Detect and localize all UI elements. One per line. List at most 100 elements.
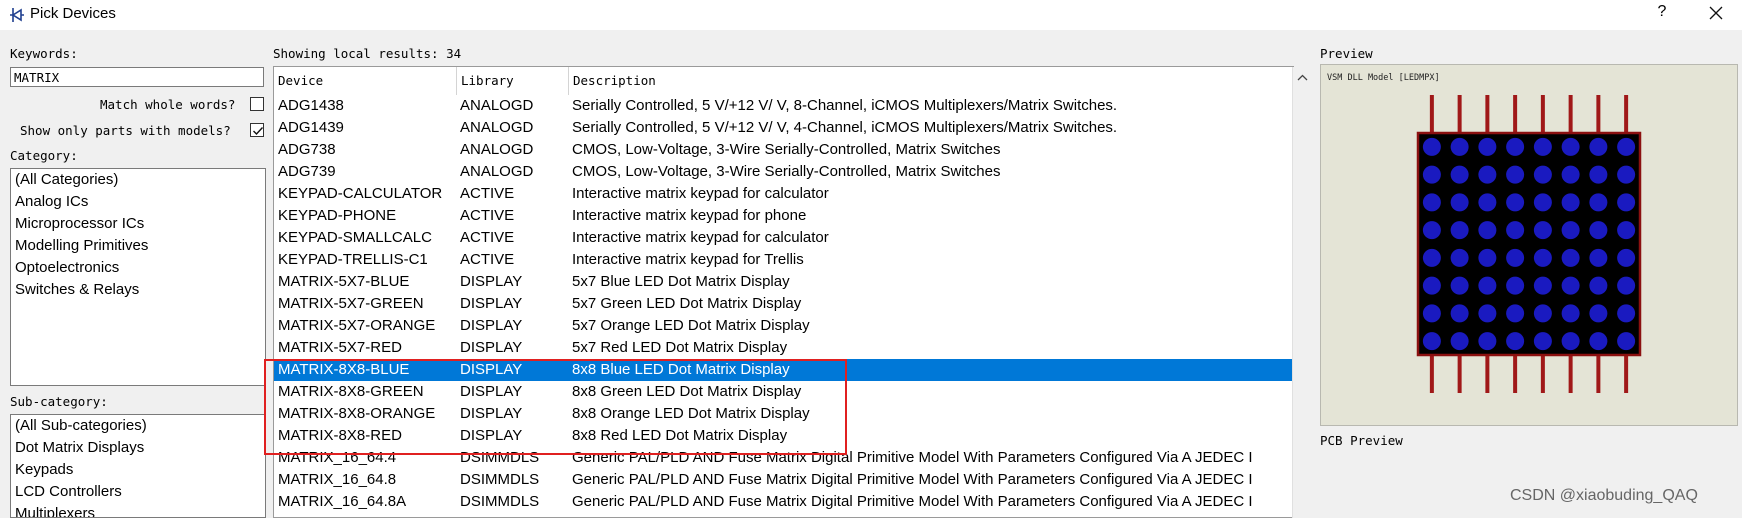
led-dot	[1589, 304, 1608, 323]
device-cell: KEYPAD-CALCULATOR	[278, 185, 443, 202]
table-row[interactable]: MATRIX-5X7-RED DISPLAY 5x7 Red LED Dot Mat…	[274, 337, 1293, 359]
led-dot	[1617, 137, 1636, 156]
table-row[interactable]: KEYPAD-PHONE ACTIVE Interactive matrix key…	[274, 205, 1293, 227]
description-cell: Serially Controlled, 5 V/+12 V/ V, 8-Cha…	[572, 97, 1118, 114]
table-row[interactable]: KEYPAD-CALCULATOR ACTIVE Interactive matri…	[274, 183, 1293, 205]
table-row[interactable]: MATRIX-5X7-GREEN DISPLAY 5x7 Green LED Dot…	[274, 293, 1293, 315]
match-whole-words-checkbox[interactable]	[250, 97, 264, 111]
led-dot	[1506, 276, 1525, 295]
subcategory-item[interactable]: LCD Controllers	[11, 481, 265, 503]
results-scrollbar[interactable]	[1292, 67, 1312, 518]
table-row[interactable]: MATRIX-5X7-ORANGE DISPLAY 5x7 Orange LED D…	[274, 315, 1293, 337]
table-row[interactable]: MATRIX-8X8-ORANGE DISPLAY 8x8 Orange LED D…	[274, 403, 1293, 425]
table-row[interactable]: KEYPAD-TRELLIS-C1 ACTIVE Interactive matri…	[274, 249, 1293, 271]
led-dot	[1589, 332, 1608, 351]
table-row[interactable]: ADG738 ANALOGD CMOS, Low-Voltage, 3-Wire S…	[274, 139, 1293, 161]
led-dot	[1617, 193, 1636, 212]
results-header: Device Library Description	[274, 67, 1293, 95]
device-cell: KEYPAD-SMALLCALC	[278, 229, 432, 246]
led-dot	[1533, 276, 1552, 295]
description-cell: 5x7 Blue LED Dot Matrix Display	[572, 273, 790, 290]
table-row[interactable]: MATRIX-8X8-BLUE DISPLAY 8x8 Blue LED Dot M…	[274, 359, 1293, 381]
show-only-models-checkbox[interactable]	[250, 123, 264, 137]
description-cell: Generic PAL/PLD AND Fuse Matrix Digital …	[572, 493, 1253, 510]
led-dot	[1478, 304, 1497, 323]
show-only-models-label: Show only parts with models?	[20, 123, 231, 138]
category-item[interactable]: Modelling Primitives	[11, 235, 265, 257]
table-row[interactable]: MATRIX-5X7-BLUE DISPLAY 5x7 Blue LED Dot M…	[274, 271, 1293, 293]
led-dot	[1617, 304, 1636, 323]
led-dot	[1422, 165, 1441, 184]
column-header-device[interactable]: Device	[274, 67, 457, 95]
led-dot	[1450, 137, 1469, 156]
led-dot	[1450, 165, 1469, 184]
led-dot	[1617, 221, 1636, 240]
table-row[interactable]: ADG1438 ANALOGD Serially Controlled, 5 V/+…	[274, 95, 1293, 117]
table-row[interactable]: MATRIX-8X8-RED DISPLAY 8x8 Red LED Dot Mat…	[274, 425, 1293, 447]
preview-label: Preview	[1320, 46, 1373, 61]
category-item[interactable]: Microprocessor ICs	[11, 213, 265, 235]
led-dot	[1422, 332, 1441, 351]
led-dot	[1589, 276, 1608, 295]
led-dot	[1478, 137, 1497, 156]
subcategory-list[interactable]: (All Sub-categories) Dot Matrix Displays K…	[10, 414, 266, 518]
library-cell: ACTIVE	[460, 229, 515, 246]
led-dot	[1561, 304, 1580, 323]
device-cell: MATRIX-8X8-BLUE	[278, 361, 410, 378]
led-dot	[1561, 221, 1580, 240]
led-dot	[1561, 165, 1580, 184]
model-label: VSM DLL Model [LEDMPX]	[1327, 73, 1440, 83]
scroll-up-icon[interactable]	[1293, 69, 1312, 87]
led-dot	[1422, 248, 1441, 267]
help-button[interactable]: ?	[1652, 3, 1672, 25]
category-item[interactable]: Switches & Relays	[11, 279, 265, 301]
results-table: Device Library Description ADG1438 ANALOG…	[273, 66, 1294, 518]
table-row[interactable]: MATRIX_16_64.4 DSIMMDLS Generic PAL/PLD AN…	[274, 447, 1293, 469]
led-dot	[1422, 304, 1441, 323]
pcb-preview	[1320, 451, 1738, 518]
table-row[interactable]: ADG1439 ANALOGD Serially Controlled, 5 V/+…	[274, 117, 1293, 139]
device-cell: MATRIX-5X7-BLUE	[278, 273, 410, 290]
led-dot	[1450, 193, 1469, 212]
led-dot	[1561, 137, 1580, 156]
led-dot	[1533, 248, 1552, 267]
led-dot	[1533, 221, 1552, 240]
device-cell: MATRIX_16_64.8	[278, 471, 397, 488]
subcategory-item[interactable]: Multiplexers	[11, 503, 265, 517]
table-row[interactable]: MATRIX-8X8-GREEN DISPLAY 8x8 Green LED Dot…	[274, 381, 1293, 403]
table-row[interactable]: MATRIX_16_64.8 DSIMMDLS Generic PAL/PLD AN…	[274, 469, 1293, 491]
led-dot	[1561, 248, 1580, 267]
description-cell: Interactive matrix keypad for calculator	[572, 229, 829, 246]
description-cell: 8x8 Green LED Dot Matrix Display	[572, 383, 802, 400]
subcategory-item[interactable]: (All Sub-categories)	[11, 415, 265, 437]
pcb-preview-label: PCB Preview	[1320, 433, 1403, 448]
led-dot	[1589, 248, 1608, 267]
led-dot	[1589, 221, 1608, 240]
led-dot	[1561, 332, 1580, 351]
column-header-description[interactable]: Description	[569, 67, 1293, 95]
keywords-input[interactable]	[10, 67, 264, 87]
led-dot	[1533, 193, 1552, 212]
close-icon[interactable]	[1704, 1, 1728, 25]
category-list[interactable]: (All Categories) Analog ICs Microprocessor…	[10, 168, 266, 386]
category-item[interactable]: Optoelectronics	[11, 257, 265, 279]
library-cell: ANALOGD	[460, 119, 534, 136]
description-cell: 5x7 Orange LED Dot Matrix Display	[572, 317, 810, 334]
app-icon	[8, 6, 26, 24]
library-cell: DSIMMDLS	[460, 471, 540, 488]
led-dot	[1533, 332, 1552, 351]
subcategory-item[interactable]: Dot Matrix Displays	[11, 437, 265, 459]
device-cell: MATRIX_16_64.8A	[278, 493, 407, 510]
library-cell: ACTIVE	[460, 185, 515, 202]
subcategory-item[interactable]: Keypads	[11, 459, 265, 481]
category-item[interactable]: Analog ICs	[11, 191, 265, 213]
category-item[interactable]: (All Categories)	[11, 169, 265, 191]
table-row[interactable]: MATRIX_16_64.8A DSIMMDLS Generic PAL/PLD A…	[274, 491, 1293, 513]
column-header-library[interactable]: Library	[457, 67, 569, 95]
led-dot	[1450, 221, 1469, 240]
description-cell: Interactive matrix keypad for phone	[572, 207, 807, 224]
description-cell: 8x8 Orange LED Dot Matrix Display	[572, 405, 810, 422]
table-row[interactable]: ADG739 ANALOGD CMOS, Low-Voltage, 3-Wire S…	[274, 161, 1293, 183]
device-cell: MATRIX-5X7-ORANGE	[278, 317, 436, 334]
table-row[interactable]: KEYPAD-SMALLCALC ACTIVE Interactive matrix…	[274, 227, 1293, 249]
